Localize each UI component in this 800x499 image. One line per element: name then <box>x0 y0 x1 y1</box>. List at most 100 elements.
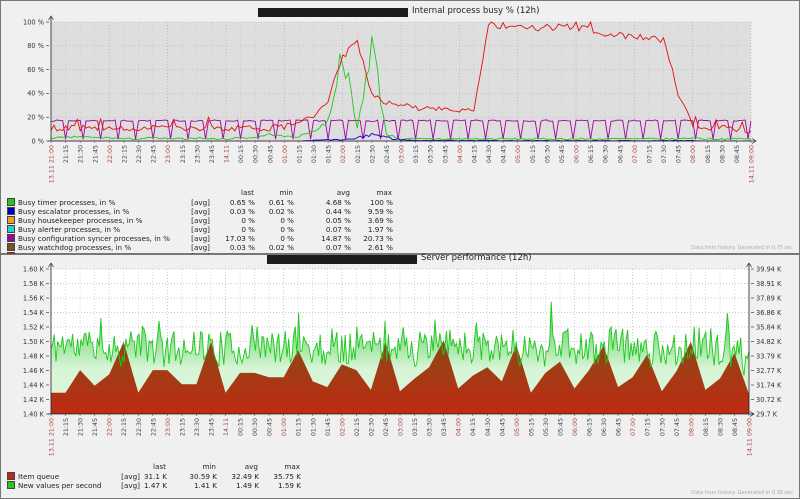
x-tick-label: 07:45 <box>676 145 683 163</box>
legend-color-swatch <box>7 472 15 480</box>
x-tick-label: 07:15 <box>646 145 653 163</box>
legend-header-avg: avg <box>336 188 350 197</box>
legend-color-swatch <box>7 216 15 224</box>
legend-avg: 32.49 K <box>231 471 259 481</box>
legend-header-blank <box>1 461 113 472</box>
x-tick-label: 01:30 <box>310 418 317 436</box>
y-tick-label-left: 1.44 K <box>23 381 45 389</box>
x-tick-label: 00:15 <box>238 418 245 436</box>
x-tick-label: 22:30 <box>136 418 143 436</box>
legend-avg: 0.44 % <box>325 206 351 216</box>
x-tick-label: 21:15 <box>63 145 70 163</box>
legend-max: 9.59 % <box>367 206 393 216</box>
x-tick-label: 23:00 <box>165 145 172 163</box>
legend-series-name: Busy escalator processes, in % <box>18 207 130 216</box>
legend-row: Busy housekeeper processes, in % [avg] 0 %… <box>1 216 393 225</box>
legend-avg: 0.05 % <box>325 215 351 225</box>
x-tick-label: 05:30 <box>543 418 550 436</box>
x-tick-label: 03:30 <box>427 418 434 436</box>
legend-series-name: Busy configuration syncer processes, in … <box>18 234 170 243</box>
y-tick-label: 0 % <box>31 137 44 145</box>
x-tick-label: 07:00 <box>632 145 639 163</box>
x-tick-label: 13.11 21:00 <box>49 418 56 456</box>
x-tick-label: 05:45 <box>559 145 566 163</box>
legend-func: [avg] <box>191 242 210 252</box>
graph-legend: last min avg max Item queue [avg] 31.1 K 30.59 … <box>1 461 301 490</box>
legend-last: 17.03 % <box>225 233 255 243</box>
y-tick-label-right: 39.94 K <box>756 265 782 273</box>
legend-min: 1.41 K <box>193 480 217 490</box>
legend-color-swatch <box>7 198 15 206</box>
y-tick-label-right: 35.84 K <box>756 323 782 331</box>
x-tick-label: 02:00 <box>339 418 346 436</box>
x-tick-label: 01:45 <box>326 145 333 163</box>
legend-header-blank <box>1 187 183 198</box>
legend-row: Busy timer processes, in % [avg] 0.65 % 0.6… <box>1 198 393 207</box>
x-tick-label: 01:00 <box>281 418 288 436</box>
x-tick-label: 05:15 <box>528 418 535 436</box>
legend-last: 0 % <box>241 215 255 225</box>
legend-max: 3.69 % <box>367 215 393 225</box>
legend-series-name: Busy housekeeper processes, in % <box>18 216 143 225</box>
x-tick-label: 06:15 <box>588 145 595 163</box>
x-tick-label: 06:00 <box>572 418 579 436</box>
legend-avg: 14.87 % <box>321 233 351 243</box>
y-tick-label-right: 38.91 K <box>756 280 782 288</box>
y-tick-label-left: 1.60 K <box>23 265 45 273</box>
x-tick-label: 14.11 <box>223 418 230 436</box>
x-tick-label: 03:00 <box>399 145 406 163</box>
x-tick-label: 22:00 <box>107 418 114 436</box>
x-tick-label: 08:45 <box>732 418 739 436</box>
x-tick-label: 07:00 <box>630 418 637 436</box>
y-tick-label: 60 % <box>27 66 44 74</box>
x-tick-label: 04:45 <box>501 145 508 163</box>
y-tick-label-left: 1.56 K <box>23 294 45 302</box>
x-tick-label: 14.11 09:00 <box>749 145 756 183</box>
x-tick-label: 02:45 <box>384 145 391 163</box>
legend-func: [avg] <box>121 480 140 490</box>
legend-last: 0 % <box>241 224 255 234</box>
x-tick-label: 01:15 <box>296 418 303 436</box>
legend-max: 100 % <box>370 197 393 207</box>
y-tick-label: 80 % <box>27 42 44 50</box>
x-tick-label: 06:30 <box>603 145 610 163</box>
legend-color-swatch <box>7 243 15 251</box>
legend-color-swatch <box>7 207 15 215</box>
legend-last: 0.65 % <box>229 197 255 207</box>
x-tick-label: 06:00 <box>574 145 581 163</box>
legend-func: [avg] <box>121 471 140 481</box>
y-tick-label-left: 1.46 K <box>23 367 45 375</box>
x-tick-label: 01:15 <box>296 145 303 163</box>
legend-color-swatch <box>7 234 15 242</box>
legend-header-avg: avg <box>244 462 258 471</box>
legend-func: [avg] <box>191 215 210 225</box>
server-performance-graph-panel: Server performance (12h) 1.40 K 1.42 K 1.4… <box>0 253 800 499</box>
legend-row: Busy alerter processes, in % [avg] 0 % 0 % 0… <box>1 225 393 234</box>
x-tick-label: 02:30 <box>368 418 375 436</box>
x-tick-label: 04:15 <box>471 145 478 163</box>
legend-min: 0.02 % <box>268 242 294 252</box>
server-performance-chart: 1.40 K 1.42 K 1.44 K 1.46 K 1.48 K 1.50 K 1.52… <box>23 262 782 456</box>
x-tick-label: 05:00 <box>515 145 522 163</box>
y-tick-label-left: 1.42 K <box>23 396 45 404</box>
x-tick-label: 04:45 <box>499 418 506 436</box>
legend-row: Busy configuration syncer processes, in … <box>1 234 393 243</box>
legend-avg: 0.07 % <box>325 242 351 252</box>
x-tick-label: 23:45 <box>209 145 216 163</box>
x-tick-label: 22:00 <box>107 145 114 163</box>
y-tick-label-left: 1.54 K <box>23 309 45 317</box>
x-tick-label: 14.11 09:00 <box>747 418 754 456</box>
legend-func: [avg] <box>191 206 210 216</box>
x-tick-label: 01:30 <box>311 145 318 163</box>
x-tick-label: 01:00 <box>282 145 289 163</box>
y-tick-label-left: 1.40 K <box>23 410 45 418</box>
x-tick-label: 23:15 <box>180 145 187 163</box>
x-tick-label: 23:00 <box>165 418 172 436</box>
legend-min: 30.59 K <box>189 471 217 481</box>
legend-last: 0.03 % <box>229 206 255 216</box>
x-tick-label: 08:15 <box>703 418 710 436</box>
y-tick-label-left: 1.58 K <box>23 280 45 288</box>
x-tick-label: 07:15 <box>645 418 652 436</box>
x-tick-label: 03:15 <box>412 418 419 436</box>
legend-max: 35.75 K <box>273 471 301 481</box>
